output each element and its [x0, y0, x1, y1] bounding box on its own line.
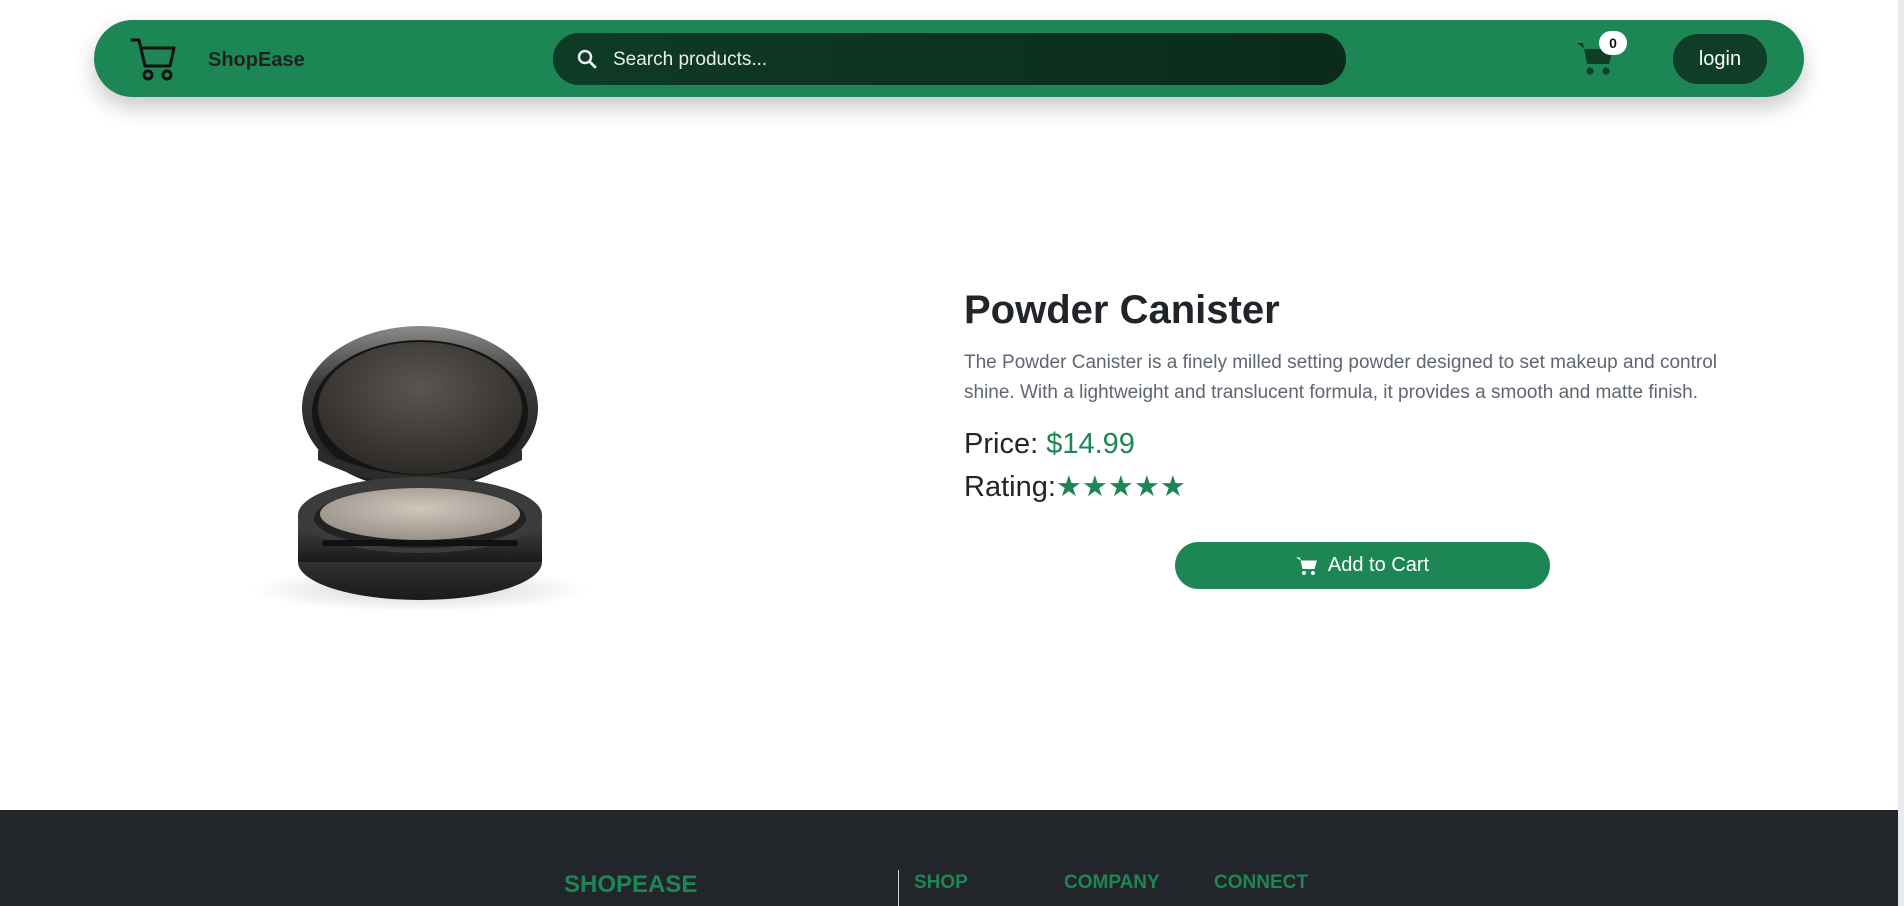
product-title: Powder Canister	[964, 288, 1280, 332]
footer-column-company[interactable]: COMPANY	[1064, 872, 1160, 894]
shopping-cart-icon	[1295, 557, 1317, 575]
site-footer: SHOPEASE SHOP COMPANY CONNECT	[0, 810, 1898, 906]
cart-count-badge: 0	[1599, 31, 1627, 55]
price-label: Price:	[964, 428, 1039, 460]
product-description: The Powder Canister is a finely milled s…	[964, 352, 1718, 403]
add-to-cart-label: Add to Cart	[1327, 554, 1430, 576]
rating-row: Rating:★★★★★	[964, 469, 1186, 504]
add-to-cart-button[interactable]: Add to Cart	[1175, 542, 1550, 589]
footer-brand: SHOPEASE	[564, 871, 698, 898]
rating-label: Rating:	[964, 471, 1056, 503]
page-scrollbar-edge	[1898, 0, 1904, 906]
rating-stars: ★★★★★	[1055, 471, 1186, 503]
search-bar[interactable]: Search products...	[553, 33, 1346, 85]
search-input[interactable]: Search products...	[613, 49, 767, 71]
search-icon	[577, 49, 597, 69]
top-navbar: ShopEase Search products... 0 login	[94, 20, 1804, 97]
footer-column-shop[interactable]: SHOP	[914, 872, 968, 894]
price-row: Price: $14.99	[964, 428, 1135, 461]
product-image	[250, 326, 590, 612]
brand-name[interactable]: ShopEase	[208, 49, 305, 72]
footer-column-connect[interactable]: CONNECT	[1214, 872, 1308, 894]
login-button[interactable]: login	[1673, 34, 1767, 84]
price-value: $14.99	[1046, 428, 1135, 460]
cart-logo-icon[interactable]	[130, 36, 180, 82]
footer-divider	[898, 870, 899, 906]
